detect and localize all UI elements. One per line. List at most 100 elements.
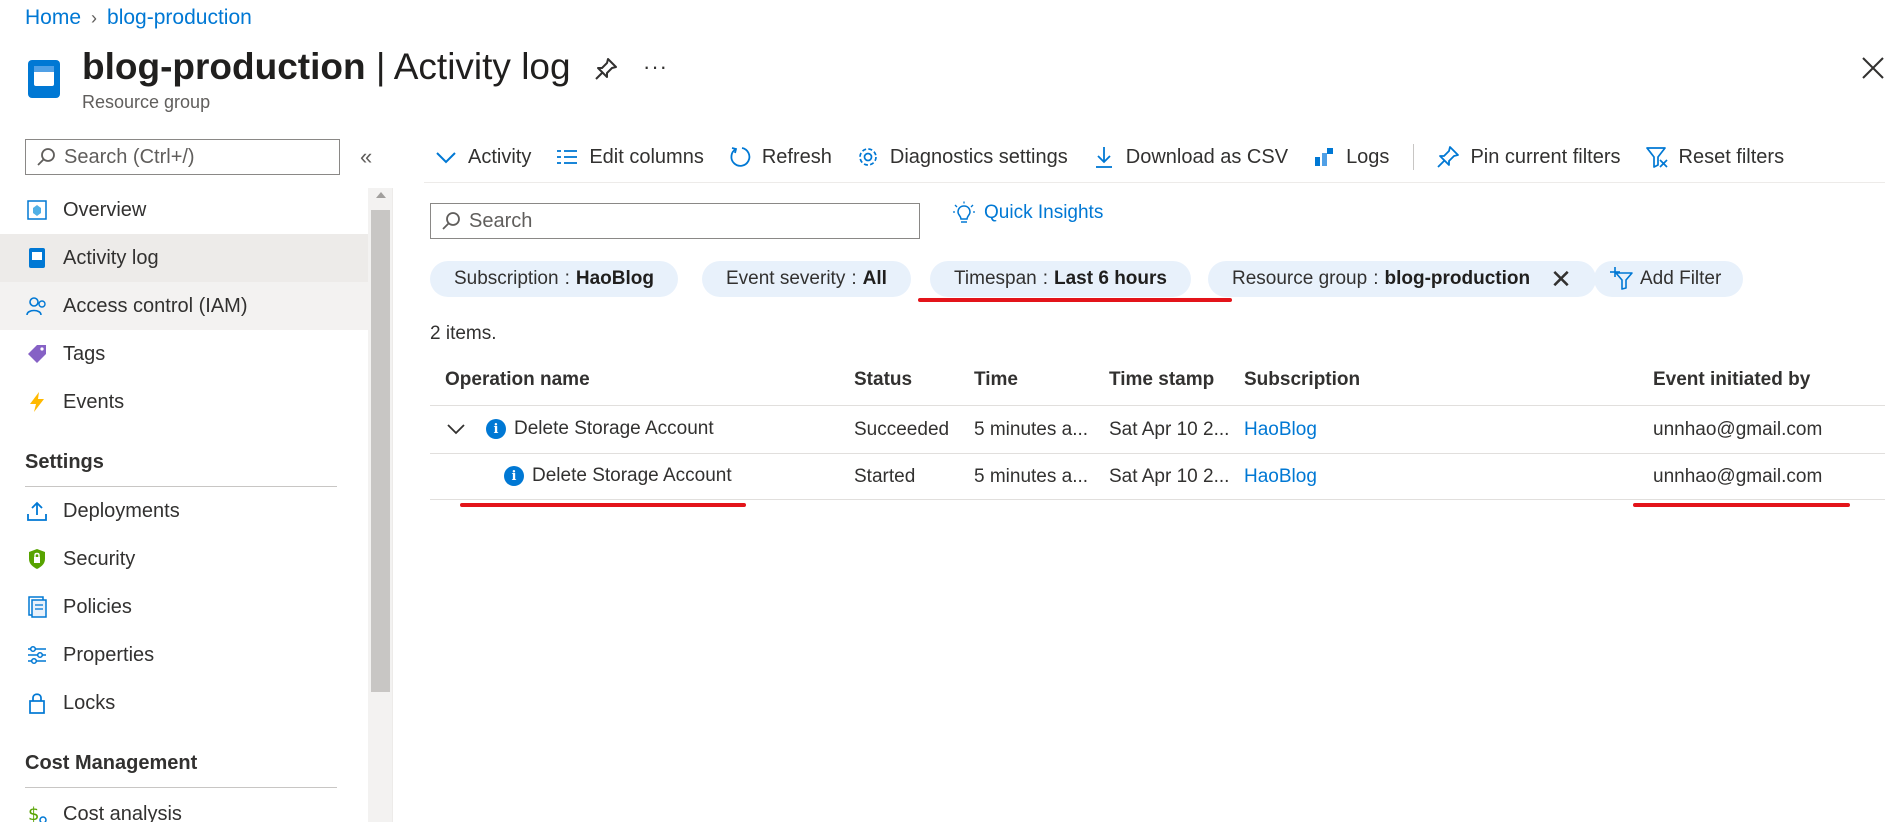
sidebar-item-activity-log[interactable]: Activity log (0, 234, 368, 282)
search-input[interactable]: Search (430, 203, 920, 239)
filter-reset-icon (1645, 147, 1668, 168)
lightbulb-icon (953, 201, 975, 223)
columns-icon (557, 150, 578, 164)
sidebar-item-events[interactable]: Events (0, 378, 368, 426)
pin-current-filters-button[interactable]: Pin current filters (1436, 145, 1621, 169)
chevron-down-icon[interactable] (446, 419, 466, 439)
reset-filters-label: Reset filters (1678, 145, 1785, 168)
pin-icon (1437, 146, 1460, 168)
close-icon[interactable] (1858, 53, 1885, 83)
sidebar-item-label: Overview (63, 198, 147, 221)
chevron-down-icon (436, 152, 456, 164)
command-bar: Activity Edit columns Refresh Diagnostic… (434, 140, 1808, 174)
filter-key: Event severity (726, 268, 846, 289)
collapse-sidebar-button[interactable]: « (360, 144, 372, 170)
filter-key: Subscription (454, 268, 559, 289)
sidebar-item-label: Security (63, 547, 136, 570)
sidebar-item-access-control[interactable]: Access control (IAM) (0, 282, 368, 330)
diagnostics-settings-button[interactable]: Diagnostics settings (856, 145, 1068, 169)
gear-icon (859, 148, 877, 166)
more-options-button[interactable]: ··· (643, 54, 668, 80)
sidebar-item-tags[interactable]: Tags (0, 330, 368, 378)
quick-insights-link[interactable]: Quick Insights (952, 201, 1103, 225)
toolbar-divider (424, 182, 1885, 183)
add-filter-label: Add Filter (1640, 268, 1722, 289)
activity-button[interactable]: Activity (434, 145, 531, 169)
refresh-button[interactable]: Refresh (728, 145, 832, 169)
sidebar-section-cost-management: Cost Management (25, 752, 198, 774)
activity-label: Activity (468, 145, 532, 168)
activity-log-icon (29, 248, 45, 268)
filter-pill-subscription[interactable]: Subscription : HaoBlog (430, 261, 678, 297)
remove-filter-close-icon[interactable]: ✕ (1550, 266, 1572, 292)
sidebar-item-label: Cost analysis (63, 802, 182, 822)
logs-label: Logs (1346, 145, 1390, 168)
column-header-subscription[interactable]: Subscription (1244, 369, 1360, 391)
filter-pill-timespan[interactable]: Timespan : Last 6 hours (930, 261, 1191, 297)
filter-value: HaoBlog (575, 268, 654, 289)
status-cell: Started (854, 466, 916, 487)
sidebar-scroll-thumb[interactable] (371, 210, 390, 692)
sidebar-item-policies[interactable]: Policies (0, 583, 368, 631)
svg-text:$: $ (28, 804, 39, 822)
sliders-icon (28, 645, 46, 665)
table-row-operation[interactable]: i Delete Storage Account (446, 418, 714, 440)
column-header-time-stamp[interactable]: Time stamp (1109, 369, 1214, 391)
initiated-by-cell: unnhao@gmail.com (1653, 466, 1823, 487)
sidebar-item-locks[interactable]: Locks (0, 679, 368, 727)
column-header-time[interactable]: Time (974, 369, 1018, 391)
sidebar-item-label: Events (63, 390, 125, 413)
download-csv-button[interactable]: Download as CSV (1092, 145, 1288, 169)
logs-button[interactable]: Logs (1312, 145, 1389, 169)
filter-pill-event-severity[interactable]: Event severity : All (702, 261, 911, 297)
sidebar-item-security[interactable]: Security (0, 535, 368, 583)
sidebar-section-divider (25, 787, 337, 788)
breadcrumb-home-link[interactable]: Home (25, 6, 81, 30)
toolbar-separator (1413, 144, 1415, 170)
overview-icon (27, 200, 47, 220)
column-header-operation-name[interactable]: Operation name (445, 369, 590, 391)
sidebar-item-cost-analysis[interactable]: $ Cost analysis (0, 790, 368, 822)
info-icon: i (504, 466, 524, 486)
sidebar-item-deployments[interactable]: Deployments (0, 487, 368, 535)
reset-filters-button[interactable]: Reset filters (1645, 145, 1785, 169)
resource-group-icon (28, 60, 60, 98)
info-icon: i (486, 419, 506, 439)
lock-icon (29, 693, 45, 714)
quick-insights-label: Quick Insights (984, 202, 1104, 223)
page-title: blog-production | Activity log (82, 46, 571, 88)
iam-icon (26, 297, 46, 316)
refresh-label: Refresh (761, 145, 832, 168)
table-header-divider (430, 405, 1885, 406)
search-icon (37, 148, 55, 166)
breadcrumb-current-link[interactable]: blog-production (107, 6, 252, 30)
column-header-status[interactable]: Status (854, 369, 912, 391)
sidebar-item-properties[interactable]: Properties (0, 631, 368, 679)
filter-separator: : (1042, 268, 1048, 289)
sidebar-item-overview[interactable]: Overview (0, 186, 368, 234)
filter-separator: : (564, 268, 570, 289)
status-cell: Succeeded (854, 419, 950, 440)
filter-separator: : (1373, 268, 1379, 289)
pin-icon[interactable] (593, 56, 619, 82)
pin-filters-label: Pin current filters (1470, 145, 1621, 168)
table-row-operation[interactable]: i Delete Storage Account (504, 465, 732, 487)
timestamp-cell: Sat Apr 10 2... (1109, 466, 1230, 487)
subscription-link[interactable]: HaoBlog (1244, 466, 1317, 488)
sidebar-section-settings: Settings (25, 451, 104, 473)
column-header-event-initiated-by[interactable]: Event initiated by (1653, 369, 1810, 391)
subscription-link[interactable]: HaoBlog (1244, 419, 1317, 441)
title-separator: | (365, 46, 394, 87)
scroll-up-arrow-icon[interactable] (376, 192, 386, 198)
filter-pill-resource-group[interactable]: Resource group : blog-production ✕ (1208, 261, 1596, 297)
edit-columns-button[interactable]: Edit columns (555, 145, 704, 169)
download-csv-label: Download as CSV (1125, 145, 1289, 168)
sidebar-item-label: Deployments (63, 499, 180, 522)
sidebar-item-label: Locks (63, 691, 116, 714)
upload-icon (27, 501, 47, 521)
lightning-icon (30, 392, 44, 412)
cost-icon: $ (28, 804, 47, 822)
add-filter-button[interactable]: Add Filter (1594, 261, 1744, 297)
sidebar-search-input[interactable]: Search (Ctrl+/) (25, 139, 340, 175)
red-underline-annotation (918, 298, 1232, 302)
